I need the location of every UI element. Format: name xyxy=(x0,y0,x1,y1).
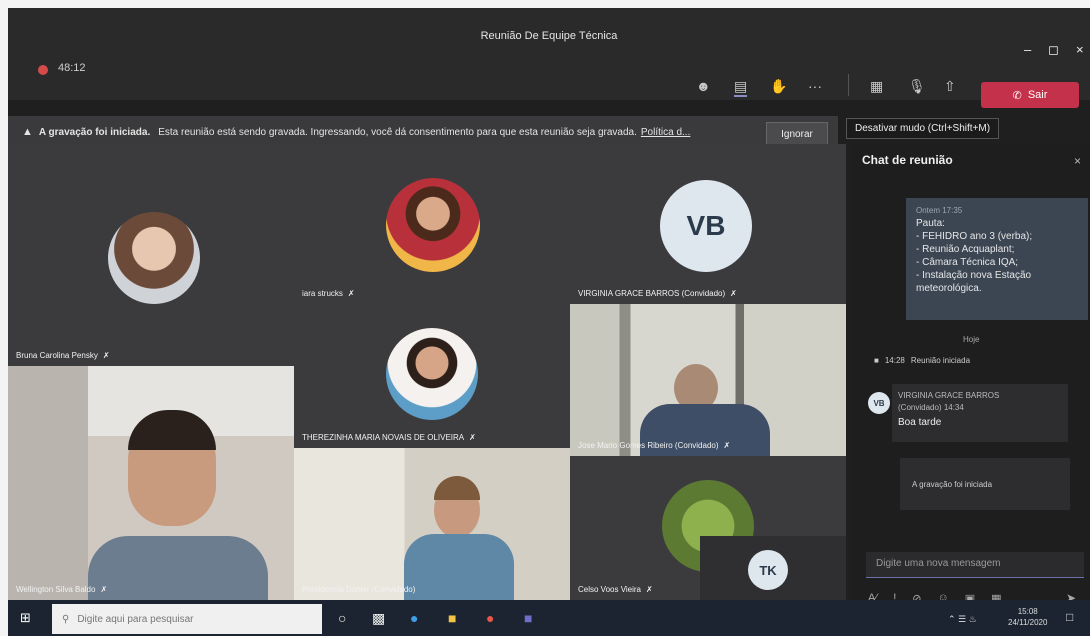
message-time: 14:34 xyxy=(943,403,964,412)
warning-icon: ▲ xyxy=(22,126,33,138)
participant-tile[interactable]: VB VIRGINIA GRACE BARROS (Convidado) ✗ xyxy=(570,144,846,304)
chat-icon[interactable]: ▤ xyxy=(734,78,748,97)
message-role: (Convidado) xyxy=(898,403,942,412)
system-time: 14:28 xyxy=(884,356,905,365)
meeting-icon: ■ xyxy=(874,356,879,365)
person-hair xyxy=(434,476,480,500)
close-window-button[interactable]: × xyxy=(1076,42,1084,57)
mic-off-icon: ✗ xyxy=(102,351,110,360)
participant-name: THEREZINHA MARIA NOVAIS DE OLIVEIRA ✗ xyxy=(302,433,476,442)
system-tray-icons[interactable]: ⌃ ☰ ♨ xyxy=(948,614,977,625)
participant-video[interactable]: Presidencia Dohler (Convidado) xyxy=(294,448,570,600)
message-author: VIRGINIA GRACE BARROS xyxy=(898,391,1000,400)
ignore-button[interactable]: Ignorar xyxy=(766,122,828,146)
mic-off-icon: ✗ xyxy=(723,441,731,450)
participant-name: Celso Voos Vieira ✗ xyxy=(578,585,653,594)
person-body xyxy=(88,536,268,600)
wall xyxy=(8,366,88,600)
participant-name: Presidencia Dohler (Convidado) xyxy=(302,585,416,594)
edge-icon[interactable]: ● xyxy=(410,610,418,626)
raise-hand-icon[interactable]: ✋ xyxy=(770,78,787,95)
mic-off-icon: ✗ xyxy=(730,289,737,298)
participant-name: Jose Mario Gomes Ribeiro (Convidado) ✗ xyxy=(578,441,731,450)
mic-off-icon: ✗ xyxy=(100,585,108,594)
privacy-policy-link[interactable]: Política d... xyxy=(641,127,690,138)
clock-time: 15:08 xyxy=(1017,607,1038,616)
agenda-line: - Instalação nova Estação meteorológica. xyxy=(916,270,1032,294)
banner-title: A gravação foi iniciada. xyxy=(38,126,151,138)
mic-off-icon: ✗ xyxy=(469,433,476,442)
participant-photo xyxy=(386,328,478,420)
search-placeholder: Digite aqui para pesquisar xyxy=(77,613,194,625)
participant-photo xyxy=(386,178,480,272)
avatar: VB xyxy=(868,392,890,414)
person-body xyxy=(404,534,514,600)
person-hair xyxy=(128,410,216,450)
mic-off-icon: ✗ xyxy=(646,585,653,594)
system-text: Reunião iniciada xyxy=(910,356,971,365)
unmute-tooltip: Desativar mudo (Ctrl+Shift+M) xyxy=(846,118,1000,139)
message-meta: Ontem 17:35 xyxy=(916,206,963,215)
participant-photo xyxy=(108,212,200,304)
participant-tile[interactable]: iara strucks ✗ xyxy=(294,144,570,304)
participant-name: Wellington Silva Baldo ✗ xyxy=(16,585,108,594)
participant-tile[interactable]: TK Celso Voos Vieira ✗ xyxy=(570,456,846,600)
title-bar: Reunião De Equipe Técnica xyxy=(8,8,1090,64)
taskbar-search[interactable]: ⚲ Digite aqui para pesquisar xyxy=(52,604,322,634)
agenda-line: - Reunião Acquaplant; xyxy=(916,244,1015,255)
maximize-button[interactable]: ◻ xyxy=(1048,42,1059,58)
clock-date: 24/11/2020 xyxy=(1008,618,1048,627)
agenda-line: Pauta: xyxy=(916,218,945,229)
date-divider: Hoje xyxy=(963,335,980,344)
camera-off-icon[interactable]: ▦ xyxy=(870,78,883,95)
chat-compose-input[interactable]: Digite uma nova mensagem xyxy=(866,552,1084,578)
taskbar-clock[interactable]: 15:08 24/11/2020 xyxy=(1008,606,1047,628)
window-title: Reunião De Equipe Técnica xyxy=(480,30,618,42)
notifications-icon[interactable]: □ xyxy=(1066,610,1073,624)
banner-message: Esta reunião está sendo gravada. Ingress… xyxy=(158,126,637,138)
participant-video[interactable]: Jose Mario Gomes Ribeiro (Convidado) ✗ xyxy=(570,304,846,456)
agenda-line: - FEHIDRO ano 3 (verba); xyxy=(916,231,1033,242)
windows-start-icon[interactable]: ⊞ xyxy=(20,610,38,628)
agenda-line: - Câmara Técnica IQA; xyxy=(916,257,1019,268)
participant-name: iara strucks ✗ xyxy=(302,289,355,298)
meeting-timer: 48:12 xyxy=(58,62,86,74)
mic-off-icon: ✗ xyxy=(347,289,355,298)
system-message: ■ 14:28 Reunião iniciada xyxy=(874,356,970,365)
participant-initials: VB xyxy=(660,180,752,272)
chat-message[interactable]: VIRGINIA GRACE BARROS (Convidado) 14:34 … xyxy=(892,384,1068,442)
teams-icon[interactable]: ■ xyxy=(524,610,532,626)
message-body: Boa tarde xyxy=(898,417,942,428)
chat-close-icon[interactable]: × xyxy=(1074,154,1081,168)
file-explorer-icon[interactable]: ■ xyxy=(448,610,456,626)
search-icon: ⚲ xyxy=(62,613,70,625)
cortana-icon[interactable]: ○ xyxy=(338,610,346,626)
leave-button[interactable]: ✆ Sair xyxy=(981,82,1079,108)
mic-muted-icon[interactable]: 🎙 xyxy=(908,78,926,95)
participant-tile[interactable]: Bruna Carolina Pensky ✗ xyxy=(8,144,294,366)
task-view-icon[interactable]: ▩ xyxy=(372,610,385,627)
meeting-controls xyxy=(8,64,1090,100)
more-actions-button[interactable]: ··· xyxy=(808,78,822,94)
leave-label: Sair xyxy=(1027,89,1048,101)
phone-icon: ✆ xyxy=(1012,89,1022,102)
participant-video[interactable]: Wellington Silva Baldo ✗ xyxy=(8,366,294,600)
recording-indicator-icon xyxy=(38,65,48,75)
toolbar-divider xyxy=(848,74,849,96)
chat-title: Chat de reunião xyxy=(862,153,953,167)
minimize-button[interactable]: – xyxy=(1024,42,1031,57)
participant-name: Bruna Carolina Pensky ✗ xyxy=(16,351,110,360)
recording-notice-message: A gravação foi iniciada xyxy=(900,458,1070,510)
pinned-agenda-message[interactable]: Ontem 17:35 Pauta: - FEHIDRO ano 3 (verb… xyxy=(906,198,1088,320)
participant-name: VIRGINIA GRACE BARROS (Convidado) ✗ xyxy=(578,289,737,298)
share-screen-icon[interactable]: ⇧ xyxy=(944,78,956,95)
participant-tile[interactable]: THEREZINHA MARIA NOVAIS DE OLIVEIRA ✗ xyxy=(294,304,570,448)
chrome-icon[interactable]: ● xyxy=(486,610,494,626)
participants-icon[interactable]: ☻ xyxy=(696,78,711,94)
participant-initials: TK xyxy=(748,550,788,590)
teams-window: Reunião De Equipe Técnica – ◻ × 48:12 ☻ … xyxy=(8,8,1090,636)
